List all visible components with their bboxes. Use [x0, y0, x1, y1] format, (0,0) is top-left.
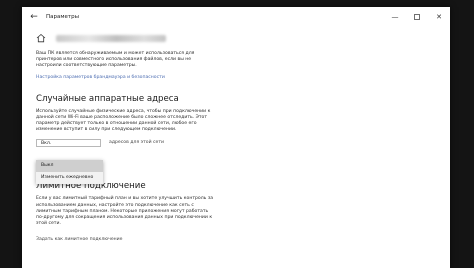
window-controls: — ✕	[384, 7, 450, 27]
back-arrow-icon[interactable]: ←	[22, 7, 46, 27]
set-metered-link[interactable]: Задать как лимитное подключение	[36, 237, 216, 242]
maximize-square-icon	[414, 14, 420, 20]
minimize-glyph: —	[391, 13, 399, 21]
menu-item-daily[interactable]: Изменить ежедневно	[36, 172, 103, 184]
home-row	[36, 29, 216, 47]
maximize-icon[interactable]	[406, 7, 428, 27]
title-bar: ← Параметры — ✕	[22, 7, 450, 27]
dropdown-value: Вкл.	[41, 141, 52, 147]
settings-window: ← Параметры — ✕ Ваш ПК является обнаружи…	[22, 7, 450, 268]
random-hw-setting-row: Вкл. адресов для этой сети	[36, 139, 216, 148]
metered-description: Если у вас лимитный тарифный план и вы х…	[36, 196, 214, 227]
network-name-blurred	[56, 34, 166, 42]
sharing-settings-link[interactable]: Настройка параметров брандмауэра и безоп…	[36, 75, 216, 80]
random-hw-description: Используйте случайные физические адреса,…	[36, 108, 211, 133]
dropdown-suffix-text: адресов для этой сети	[109, 140, 165, 146]
minimize-icon[interactable]: —	[384, 7, 406, 27]
intro-text: Ваш ПК является обнаруживаемым и может и…	[36, 51, 195, 69]
back-arrow-glyph: ←	[30, 12, 38, 22]
settings-content: Ваш ПК является обнаруживаемым и может и…	[36, 29, 216, 242]
random-hw-heading: Случайные аппаратные адреса	[36, 93, 179, 104]
close-icon[interactable]: ✕	[428, 7, 450, 27]
close-glyph: ✕	[436, 13, 442, 21]
menu-item-off[interactable]: Выкл	[36, 160, 103, 172]
home-icon[interactable]	[36, 33, 46, 43]
window-title: Параметры	[46, 14, 79, 20]
random-hw-dropdown[interactable]: Вкл.	[36, 139, 101, 148]
dropdown-menu: Выкл Изменить ежедневно	[36, 160, 103, 184]
